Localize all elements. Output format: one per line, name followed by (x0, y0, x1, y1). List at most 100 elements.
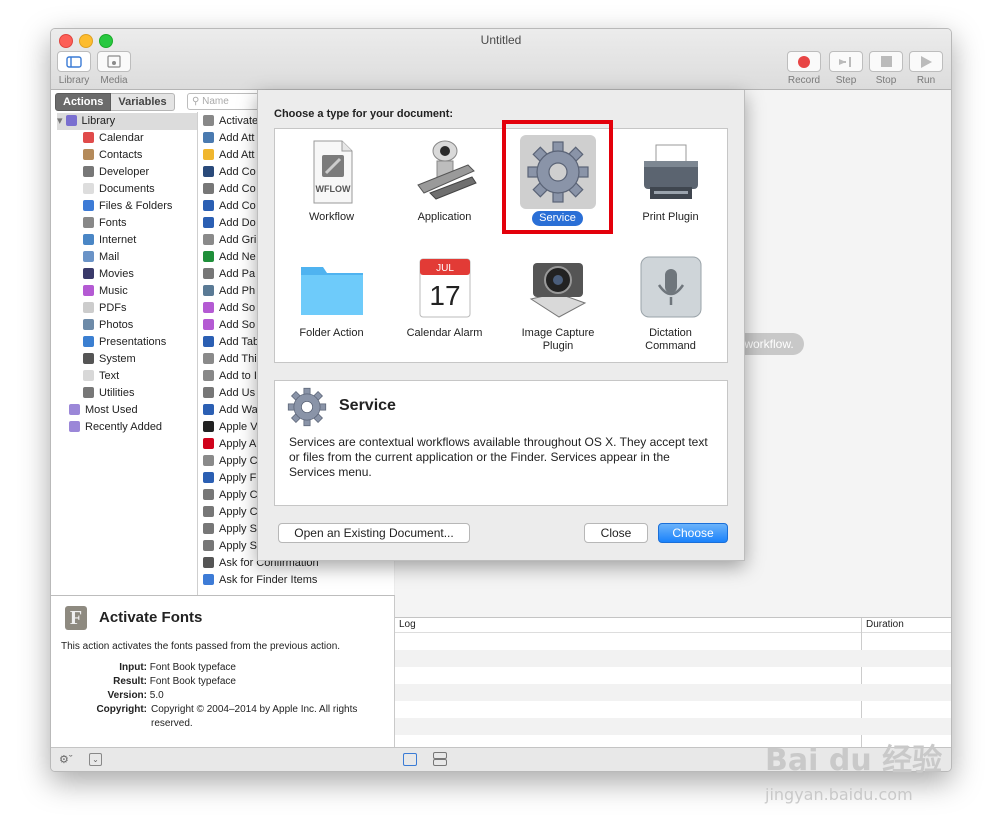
photos-icon (83, 319, 94, 330)
action-label: Add Us (219, 387, 256, 399)
tab-variables[interactable]: Variables (111, 93, 175, 111)
action-list-item[interactable]: Apply F (203, 470, 256, 487)
type-print-plugin[interactable]: Print Plugin (614, 137, 727, 225)
action-list-item[interactable]: Add to I (203, 368, 257, 385)
action-list-item[interactable]: Add Do (203, 215, 256, 232)
sidebar-item-presentations[interactable]: Presentations (83, 334, 166, 351)
action-icon (203, 217, 214, 228)
developer-icon (83, 166, 94, 177)
type-folder-action[interactable]: Folder Action (275, 253, 388, 341)
sidebar-item-movies[interactable]: Movies (83, 266, 134, 283)
record-button[interactable]: Record (787, 51, 821, 86)
open-existing-document-button[interactable]: Open an Existing Document... (278, 523, 470, 543)
version-label: Version: (107, 690, 147, 701)
media-icon (97, 51, 131, 72)
split-view-icon[interactable] (433, 752, 447, 759)
close-button[interactable]: Close (584, 523, 648, 543)
sidebar-item-label: Files & Folders (99, 200, 173, 212)
toggle-description-icon[interactable]: ⌄ (89, 753, 102, 766)
log-column-header[interactable]: Log (399, 618, 416, 632)
sidebar-item-internet[interactable]: Internet (83, 232, 136, 249)
action-icon (203, 574, 214, 585)
search-input[interactable]: ⚲ Name (187, 93, 263, 110)
tab-actions[interactable]: Actions (55, 93, 112, 111)
action-list-item[interactable]: Add Co (203, 181, 256, 198)
watermark-url: jingyan.baidu.com (765, 785, 913, 804)
run-button[interactable]: Run (909, 51, 943, 86)
sidebar-item-recently-added[interactable]: Recently Added (69, 419, 162, 436)
sidebar-item-label: Mail (99, 251, 120, 263)
description-details: Input: Font Book typeface Result: Font B… (61, 661, 391, 731)
library-icon (65, 115, 77, 126)
action-label: Add Tab (219, 336, 260, 348)
action-icon (203, 149, 214, 160)
sidebar-item-contacts[interactable]: Contacts (83, 147, 142, 164)
action-list-item[interactable]: Add Wa (203, 402, 258, 419)
stop-button[interactable]: Stop (869, 51, 903, 86)
action-list-item[interactable]: Apply C (203, 504, 258, 521)
action-label: Apply S (219, 540, 257, 552)
copyright-label: Copyright: (96, 704, 147, 715)
gear-menu-icon[interactable]: ⚙ˇ (59, 753, 73, 766)
sidebar-item-photos[interactable]: Photos (83, 317, 133, 334)
sidebar-item-files-folders[interactable]: Files & Folders (83, 198, 172, 215)
sidebar-item-system[interactable]: System (83, 351, 136, 368)
sidebar-item-utilities[interactable]: Utilities (83, 385, 134, 402)
sidebar-item-documents[interactable]: Documents (83, 181, 155, 198)
step-icon (829, 51, 863, 72)
sidebar-item-label: Recently Added (85, 421, 163, 433)
sidebar-item-fonts[interactable]: Fonts (83, 215, 127, 232)
type-workflow[interactable]: WFLOW Workflow (275, 137, 388, 225)
action-label: Apply C (219, 455, 258, 467)
action-list-item[interactable]: Add Tab (203, 334, 259, 351)
sidebar-item-music[interactable]: Music (83, 283, 128, 300)
action-list-item[interactable]: Add Us (203, 385, 255, 402)
sidebar-item-calendar[interactable]: Calendar (83, 130, 144, 147)
list-view-icon[interactable] (403, 753, 417, 766)
action-list-item[interactable]: Apply A (203, 436, 256, 453)
action-list-item[interactable]: Add Att (203, 130, 254, 147)
baidu-watermark: Bai du 经验 jingyan.baidu.com (765, 745, 942, 805)
type-dictation-command[interactable]: Dictation Command (614, 253, 727, 354)
action-list-item[interactable]: Apply S (203, 538, 257, 555)
sidebar-item-most-used[interactable]: Most Used (69, 402, 138, 419)
action-list-item[interactable]: Add Co (203, 198, 256, 215)
action-list-item[interactable]: Add So (203, 300, 255, 317)
sidebar-item-text[interactable]: Text (83, 368, 119, 385)
calendar-alarm-icon: JUL 17 (419, 258, 470, 318)
sidebar-item-mail[interactable]: Mail (83, 249, 119, 266)
action-list-item[interactable]: Add So (203, 317, 255, 334)
fonts-icon (83, 217, 94, 228)
action-list-item[interactable]: Add Thi (203, 351, 257, 368)
choose-button[interactable]: Choose (658, 523, 728, 543)
sidebar-item-library[interactable]: ▾ Library (57, 113, 197, 130)
action-list-item[interactable]: Apply C (203, 453, 258, 470)
library-toolbar-button[interactable]: Library (57, 51, 91, 86)
action-icon (203, 336, 214, 347)
log-row (395, 684, 951, 701)
type-calendar-alarm[interactable]: JUL 17 Calendar Alarm (388, 253, 501, 341)
step-button[interactable]: Step (829, 51, 863, 86)
action-list-item[interactable]: Add Ne (203, 249, 256, 266)
action-list-item[interactable]: Apply C (203, 487, 258, 504)
action-list-item[interactable]: Add Pa (203, 266, 255, 283)
action-list-item[interactable]: Add Gri (203, 232, 256, 249)
action-list-item[interactable]: Apply S (203, 521, 257, 538)
sidebar-item-developer[interactable]: Developer (83, 164, 149, 181)
action-icon (203, 251, 214, 262)
type-image-capture-plugin[interactable]: Image Capture Plugin (501, 253, 614, 354)
action-list-item[interactable]: Activate (203, 113, 258, 130)
disclosure-triangle-icon[interactable]: ▾ (57, 115, 63, 127)
action-list-item[interactable]: Add Att (203, 147, 254, 164)
run-label: Run (916, 75, 936, 86)
action-list-item[interactable]: Add Co (203, 164, 256, 181)
action-list-item[interactable]: Add Ph (203, 283, 255, 300)
type-application[interactable]: Application (388, 137, 501, 225)
sidebar-item-label: Library (81, 115, 116, 127)
result-value: Font Book typeface (149, 676, 236, 687)
sidebar-item-pdfs[interactable]: PDFs (83, 300, 127, 317)
action-label: Add Co (219, 166, 256, 178)
media-toolbar-button[interactable]: Media (97, 51, 131, 86)
action-list-item[interactable]: Ask for Finder Items (203, 572, 317, 589)
action-list-item[interactable]: Apple V (203, 419, 258, 436)
